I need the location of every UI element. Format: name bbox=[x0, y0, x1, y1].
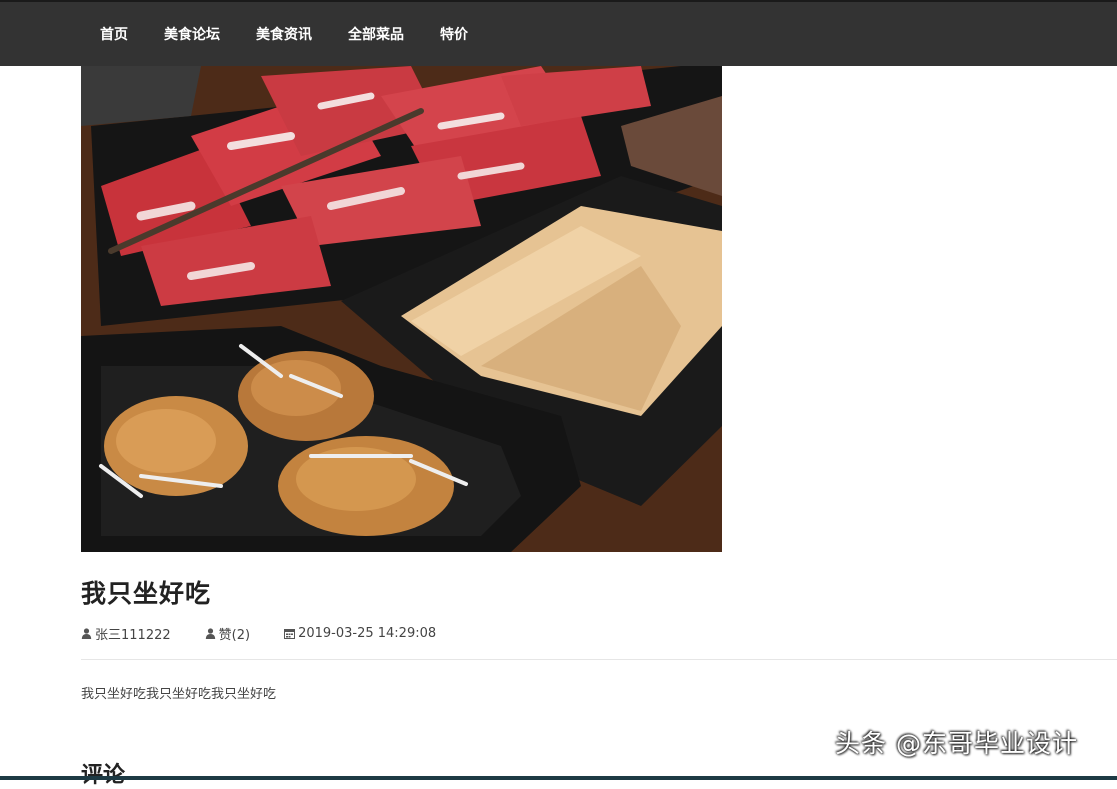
post-meta: 张三111222 赞(2) 2019-03-25 14:29:08 bbox=[81, 624, 470, 643]
post-likes[interactable]: 赞(2) bbox=[205, 624, 250, 643]
user-icon bbox=[205, 628, 215, 639]
nav-item-all-dishes[interactable]: 全部菜品 bbox=[330, 24, 422, 44]
main-nav: 首页 美食论坛 美食资讯 全部菜品 特价 bbox=[84, 2, 486, 66]
nav-item-food-forum[interactable]: 美食论坛 bbox=[146, 24, 238, 44]
nav-item-home[interactable]: 首页 bbox=[84, 24, 146, 44]
user-icon bbox=[81, 628, 92, 639]
nav-item-specials[interactable]: 特价 bbox=[422, 24, 486, 44]
post-author-name: 张三111222 bbox=[95, 628, 171, 643]
watermark: 头条 @东哥毕业设计 bbox=[835, 729, 1078, 758]
calendar-icon bbox=[284, 629, 296, 639]
top-navbar: 首页 美食论坛 美食资讯 全部菜品 特价 bbox=[0, 0, 1117, 66]
divider bbox=[81, 659, 1117, 660]
post-datetime: 2019-03-25 14:29:08 bbox=[298, 626, 437, 641]
post-image bbox=[81, 66, 722, 552]
post-date: 2019-03-25 14:29:08 bbox=[284, 626, 436, 641]
comments-heading: 评论 bbox=[81, 757, 125, 789]
post-body: 我只坐好吃我只坐好吃我只坐好吃 bbox=[81, 687, 277, 702]
post-title: 我只坐好吃 bbox=[81, 579, 212, 608]
post-likes-count: 赞(2) bbox=[218, 628, 251, 643]
nav-item-food-news[interactable]: 美食资讯 bbox=[238, 24, 330, 44]
post-author[interactable]: 张三111222 bbox=[81, 624, 171, 643]
bottom-border bbox=[0, 776, 1117, 780]
